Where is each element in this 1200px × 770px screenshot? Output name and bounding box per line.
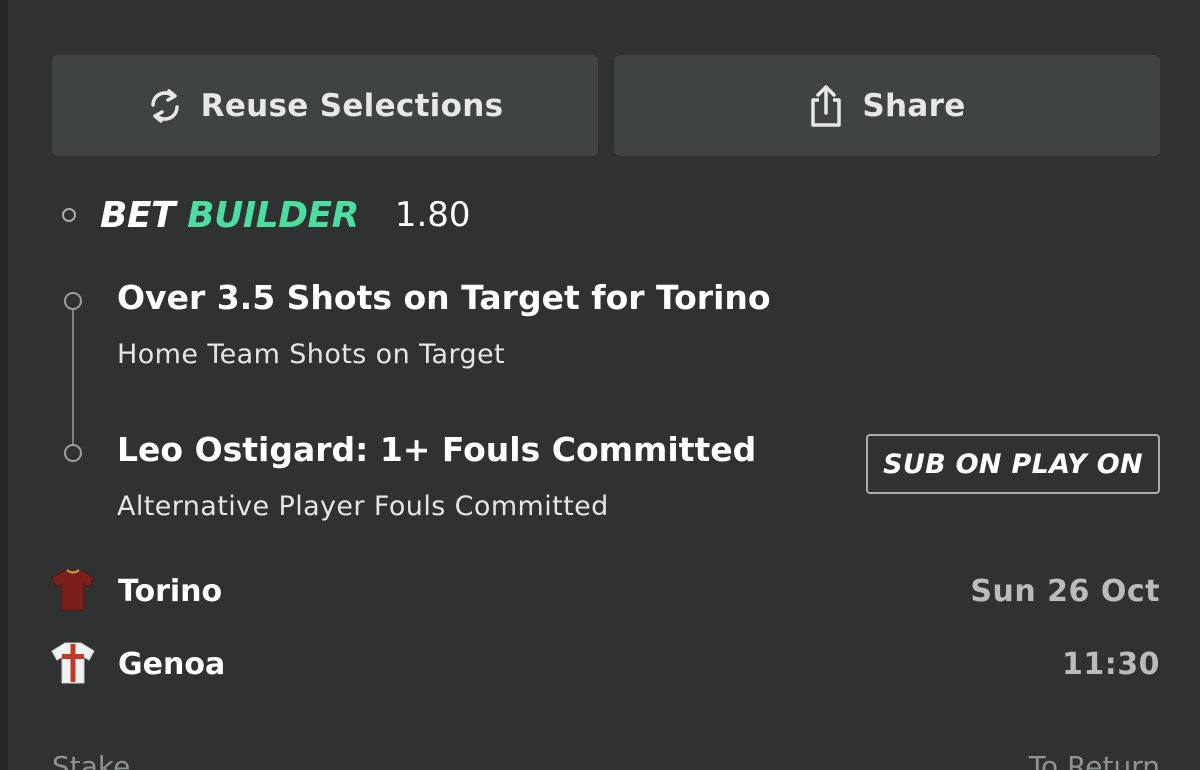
share-button[interactable]: Share [614,55,1160,156]
bet-builder-odds: 1.80 [394,195,471,235]
reuse-selections-label: Reuse Selections [200,87,504,124]
bet-builder-header: BET BUILDER 1.80 [62,192,471,238]
torino-shirt-icon [50,566,96,616]
bet-builder-word-bet: BET [100,194,176,236]
to-return-label: To Return [1028,750,1160,770]
bet-receipt-panel: Reuse Selections Share BET BUILDER 1.80 … [0,0,1200,770]
leg-1-title: Over 3.5 Shots on Target for Torino [117,278,771,317]
refresh-icon [147,87,183,125]
sub-on-play-on-button[interactable]: SUB ON PLAY ON [866,434,1160,494]
match-date: Sun 26 Oct [970,573,1160,609]
bet-builder-marker [62,208,76,222]
bet-builder-word-builder: BUILDER [187,194,359,236]
leg-1-market: Home Team Shots on Target [117,339,506,370]
home-team-row: Torino Sun 26 Oct [50,566,1160,616]
away-team-row: Genoa 11:30 [50,639,1160,689]
leg-marker [64,444,82,462]
bet-builder-logo: BET BUILDER [100,195,359,236]
share-label: Share [862,87,966,124]
stake-label: Stake [52,750,131,770]
leg-marker [64,292,82,310]
stake-return-row: Stake To Return [52,750,1160,770]
reuse-selections-button[interactable]: Reuse Selections [52,55,598,156]
away-team-name: Genoa [118,646,226,682]
match-time: 11:30 [1062,646,1160,682]
action-bar: Reuse Selections Share [52,55,1160,156]
home-team-name: Torino [118,573,223,609]
share-icon [808,84,844,128]
genoa-shirt-icon [50,639,96,689]
leg-2-market: Alternative Player Fouls Committed [117,491,609,522]
leg-2-title: Leo Ostigard: 1+ Fouls Committed [117,430,757,469]
panel-edge [0,0,8,770]
legs-connector [72,300,74,452]
